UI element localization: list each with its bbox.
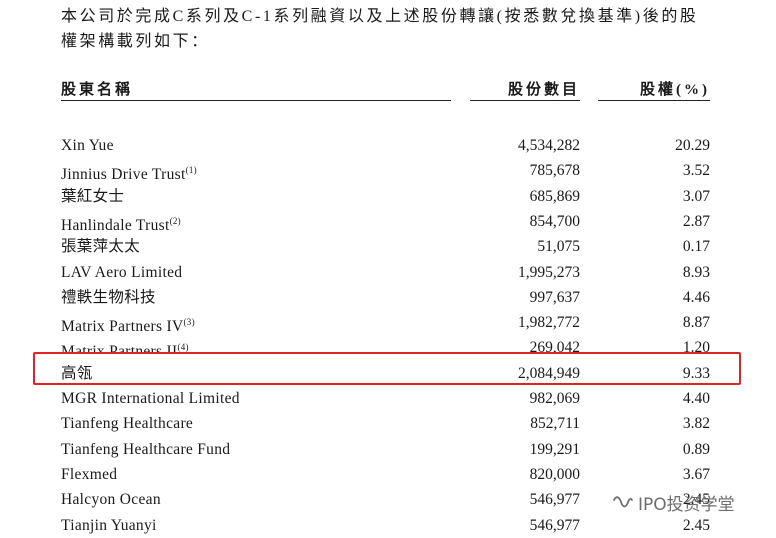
share-percentage: 3.52 [682,162,710,180]
table-row: 張葉萍太太 51,075 0.17 [0,234,776,259]
share-percentage: 8.87 [682,314,710,332]
footnote-marker: (1) [185,165,197,176]
share-percentage: 3.07 [682,187,710,205]
shareholder-name: Xin Yue [61,137,114,154]
share-count: 4,534,282 [518,137,580,154]
shareholder-name: Halcyon Ocean [61,491,161,509]
shareholder-name: MGR International Limited [61,390,240,407]
share-percentage: 0.17 [682,238,710,256]
share-percentage: 3.82 [682,415,710,433]
share-count: 854,700 [529,212,580,230]
share-count: 199,291 [529,440,580,458]
share-percentage: 4.40 [682,390,710,407]
header-percentage: 股權(%) [598,78,710,101]
table-row: MGR International Limited 982,069 4.40 [0,386,776,411]
intro-line-2: 權架構載列如下： [61,33,210,50]
shareholder-name: Tianfeng Healthcare Fund [61,440,231,458]
table-row: Tianfeng Healthcare 852,711 3.82 [0,411,776,436]
intro-paragraph: 本公司於完成C系列及C-1系列融資以及上述股份轉讓(按悉數兌換基準)後的股 權架… [61,4,721,54]
share-count: 685,869 [529,187,580,205]
share-count: 269,042 [529,339,580,353]
share-count: 51,075 [537,238,580,256]
share-percentage: 8.93 [682,263,710,281]
share-percentage: 3.67 [682,465,710,483]
table-row: Xin Yue 4,534,282 20.29 [0,133,776,158]
table-row: Tianfeng Healthcare Fund 199,291 0.89 [0,437,776,462]
footnote-marker: (2) [169,215,181,226]
intro-line-1: 本公司於完成C系列及C-1系列融資以及上述股份轉讓(按悉數兌換基準)後的股 [61,8,699,25]
share-count: 1,995,273 [518,263,580,281]
shareholder-name: Matrix Partners II(4) [61,342,189,353]
watermark-text: IPO投资学堂 [638,495,735,515]
share-percentage: 1.20 [682,339,710,353]
table-row: Hanlindale Trust(2) 854,700 2.87 [0,209,776,234]
share-count: 785,678 [529,162,580,180]
share-count: 820,000 [529,465,580,483]
table-row: 禮軼生物科技 997,637 4.46 [0,285,776,310]
share-count: 1,982,772 [518,314,580,332]
shareholder-name: 禮軼生物科技 [61,288,156,306]
share-count: 852,711 [530,415,580,433]
shareholder-name: LAV Aero Limited [61,263,183,281]
header-share-count: 股份數目 [470,78,580,101]
watermark: IPO投资学堂 [612,490,735,515]
footnote-marker: (3) [183,317,195,328]
share-count: 546,977 [529,491,580,509]
shareholder-name: 張葉萍太太 [61,238,141,256]
highlight-box [33,352,741,385]
share-percentage: 0.89 [682,440,710,458]
shareholder-name: Tianfeng Healthcare [61,415,194,433]
share-percentage: 4.46 [682,288,710,306]
table-row: Flexmed 820,000 3.67 [0,462,776,487]
share-count: 997,637 [529,288,580,306]
header-shareholder-name: 股東名稱 [61,78,451,101]
table-row: Matrix Partners II(4) 269,042 1.20 [0,335,776,352]
shareholder-name: 葉紅女士 [61,187,125,205]
wechat-channel-icon [612,494,634,512]
table-row: Jinnius Drive Trust(1) 785,678 3.52 [0,158,776,183]
footnote-marker: (4) [177,342,189,353]
shareholder-name: Flexmed [61,465,118,483]
share-percentage: 20.29 [675,137,710,154]
share-count: 982,069 [529,390,580,407]
table-row: LAV Aero Limited 1,995,273 8.93 [0,260,776,285]
table-row: Matrix Partners IV(3) 1,982,772 8.87 [0,310,776,335]
table-row: 葉紅女士 685,869 3.07 [0,184,776,209]
share-percentage: 2.87 [682,212,710,230]
